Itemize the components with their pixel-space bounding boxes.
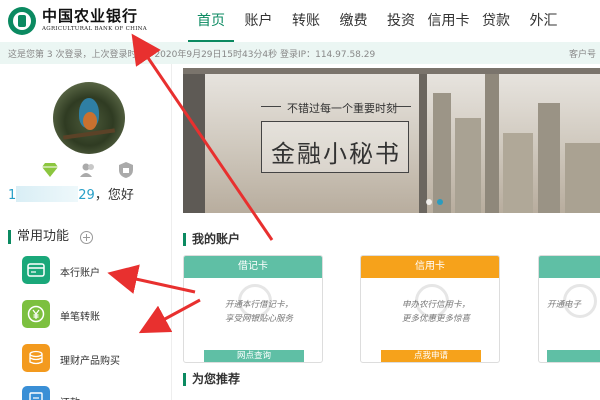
card-description: 申办农行信用卡， 更多优惠更多惊喜	[401, 300, 470, 324]
logo-english-name: AGRICULTURAL BANK OF CHINA	[42, 26, 148, 32]
function-wealth-purchase[interactable]: 理财产品购买	[22, 344, 172, 374]
card-icon	[22, 256, 50, 284]
slogan-line-right	[393, 106, 411, 107]
nav-loans[interactable]: 贷款	[473, 0, 519, 42]
nav-accounts[interactable]: 账户	[236, 0, 282, 42]
function-label: 还款	[60, 394, 80, 400]
abc-logo-icon	[8, 7, 36, 35]
masked-name-block	[16, 186, 79, 202]
banner-title-box: 金融小秘书	[261, 121, 409, 173]
function-label: 理财产品购买	[60, 356, 120, 367]
add-function-icon[interactable]	[80, 231, 93, 244]
main-nav: 首页 账户 转账 缴费 投资 信用卡 贷款 外汇	[188, 0, 568, 42]
card-title	[539, 256, 600, 278]
card-title: 信用卡	[361, 256, 499, 278]
avatar[interactable]	[53, 82, 125, 154]
card-body: 申办农行信用卡， 更多优惠更多惊喜 点我申请	[361, 278, 499, 362]
carousel-dot-active[interactable]	[437, 199, 443, 205]
logo-chinese-name: 中国农业银行	[42, 7, 139, 25]
function-own-account[interactable]: 本行账户	[22, 256, 172, 286]
nav-home[interactable]: 首页	[188, 0, 234, 42]
login-info-bar: 这是您第 3 次登录，上次登录时间：2020年9月29日15时43分4秒 登录I…	[0, 42, 600, 64]
coins-icon	[22, 344, 50, 372]
user-name-prefix: 1	[8, 188, 17, 203]
yuan-icon	[22, 300, 50, 328]
function-repayment[interactable]: 还款	[22, 386, 172, 400]
nav-transfer[interactable]: 转账	[283, 0, 329, 42]
user-name-suffix: 29	[78, 188, 95, 203]
nav-payment[interactable]: 缴费	[331, 0, 377, 42]
left-sidebar: 1 29，您好 常用功能 本行账户 单笔转账 理财产品购买 还款	[0, 64, 172, 400]
customer-number: 客户号	[568, 50, 596, 60]
nav-investment[interactable]: 投资	[378, 0, 424, 42]
carousel-dots	[426, 199, 448, 205]
greeting-text: ，您好	[94, 188, 134, 203]
slogan-line-left	[261, 106, 281, 107]
nav-credit-card[interactable]: 信用卡	[426, 0, 472, 42]
online-banking-home: 中国农业银行 AGRICULTURAL BANK OF CHINA 首页 账户 …	[0, 0, 600, 400]
users-icon[interactable]	[78, 160, 98, 180]
function-label: 单笔转账	[60, 312, 100, 323]
avatar-branch	[62, 128, 116, 140]
abc-logo[interactable]: 中国农业银行 AGRICULTURAL BANK OF CHINA	[8, 4, 158, 38]
card-action-button[interactable]	[547, 350, 600, 362]
function-label: 本行账户	[60, 268, 100, 279]
diamond-icon[interactable]	[40, 160, 60, 180]
shield-icon[interactable]	[116, 160, 136, 180]
user-level-icons	[40, 160, 136, 182]
kingfisher-belly	[83, 112, 97, 130]
common-functions-title: 常用功能	[8, 230, 69, 244]
recommend-title: 为您推荐	[183, 373, 240, 386]
card-description: 开通本行借记卡， 享受网银贴心服务	[224, 300, 293, 324]
last-login-info: 这是您第 3 次登录，上次登录时间：2020年9月29日15时43分4秒 登录I…	[8, 50, 376, 60]
function-single-transfer[interactable]: 单笔转账	[22, 300, 172, 330]
banner-slogan: 不错过每一个重要时刻	[287, 102, 397, 115]
nav-forex[interactable]: 外汇	[521, 0, 567, 42]
apply-now-button[interactable]: 点我申请	[381, 350, 481, 362]
branch-search-button[interactable]: 网点查询	[204, 350, 304, 362]
banner-title: 金融小秘书	[271, 140, 401, 168]
promo-banner[interactable]: 不错过每一个重要时刻 金融小秘书	[183, 68, 600, 213]
bill-icon	[22, 386, 50, 400]
credit-card-panel: 信用卡 申办农行信用卡， 更多优惠更多惊喜 点我申请	[360, 255, 500, 363]
card-body: 开通本行借记卡， 享受网银贴心服务 网点查询	[184, 278, 322, 362]
carousel-dot[interactable]	[426, 199, 432, 205]
card-title: 借记卡	[184, 256, 322, 278]
my-accounts-title: 我的账户	[183, 233, 240, 246]
user-greeting: 1 29，您好	[8, 184, 134, 203]
card-description: 开通电子	[547, 300, 582, 310]
top-header: 中国农业银行 AGRICULTURAL BANK OF CHINA 首页 账户 …	[0, 0, 600, 42]
e-account-panel: 开通电子	[538, 255, 600, 363]
debit-card-panel: 借记卡 开通本行借记卡， 享受网银贴心服务 网点查询	[183, 255, 323, 363]
card-body: 开通电子	[539, 278, 600, 362]
